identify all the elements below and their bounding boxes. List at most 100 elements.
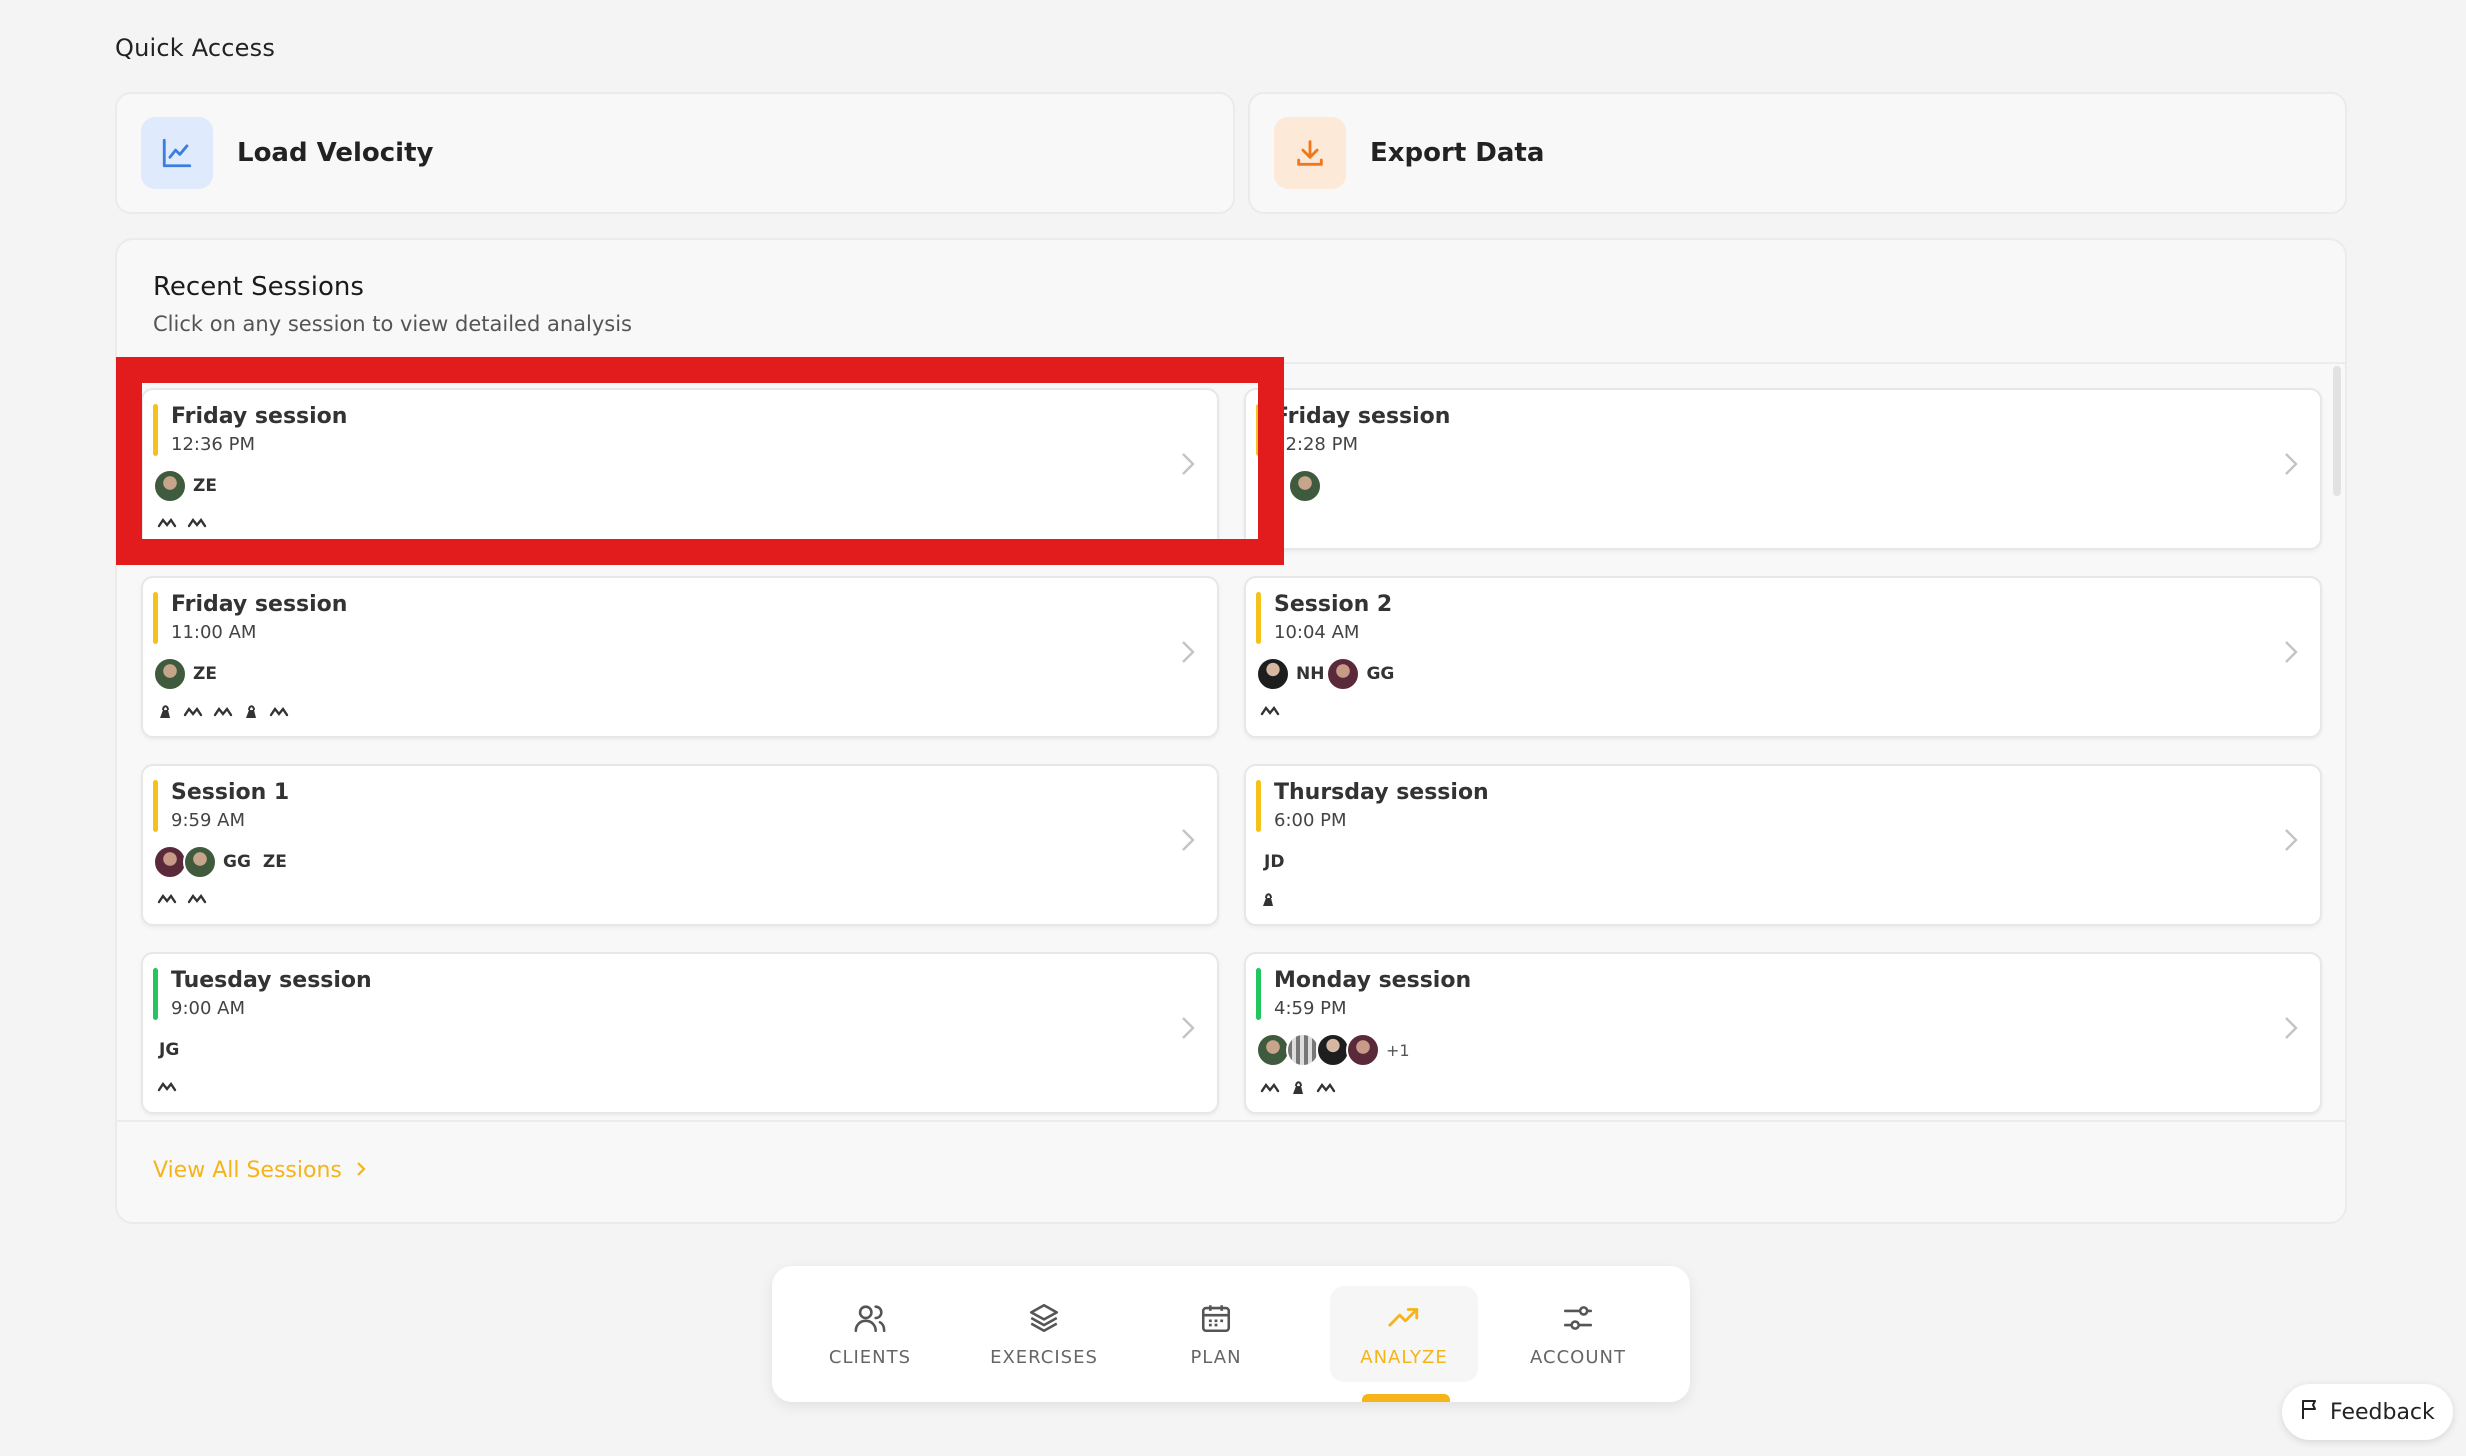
- nav-plan-label: PLAN: [1190, 1346, 1242, 1368]
- load-velocity-label: Load Velocity: [237, 138, 434, 168]
- exercise-icons: [1260, 516, 1280, 535]
- avatar: [1286, 1033, 1320, 1067]
- barbell-icon: [157, 892, 177, 911]
- chevron-right-icon: [1181, 1016, 1195, 1044]
- load-velocity-card[interactable]: Load Velocity: [115, 92, 1235, 214]
- trending-up-icon: [1386, 1301, 1422, 1339]
- chevron-right-icon: [2284, 828, 2298, 856]
- kettlebell-icon: [1260, 892, 1276, 912]
- participants: JG: [153, 1032, 187, 1068]
- chevron-right-icon: [1181, 640, 1195, 668]
- initials-badge: JD: [1264, 852, 1285, 872]
- barbell-icon: [1316, 1081, 1336, 1100]
- session-card[interactable]: Thursday session 6:00 PM JD: [1244, 764, 2322, 926]
- barbell-icon: [269, 705, 289, 724]
- session-card[interactable]: Friday session 12:28 PM: [1244, 388, 2322, 550]
- avatar: [1288, 469, 1322, 503]
- exercise-icons: [1260, 1080, 1336, 1100]
- calendar-icon: [1198, 1301, 1234, 1339]
- barbell-icon: [1260, 704, 1280, 723]
- nav-plan[interactable]: PLAN: [1142, 1286, 1290, 1382]
- nav-account[interactable]: ACCOUNT: [1504, 1286, 1652, 1382]
- nav-clients[interactable]: CLIENTS: [796, 1286, 944, 1382]
- kettlebell-icon: [243, 704, 259, 724]
- exercise-icons: [1260, 892, 1276, 912]
- status-bar: [1256, 592, 1261, 644]
- session-time: 4:59 PM: [1274, 998, 1347, 1019]
- bottom-nav: CLIENTS EXERCISES PLAN ANALYZE ACCOUNT: [772, 1266, 1690, 1402]
- avatar: [153, 469, 187, 503]
- feedback-label: Feedback: [2330, 1399, 2435, 1425]
- active-indicator: [1362, 1394, 1450, 1402]
- barbell-icon: [157, 516, 177, 535]
- nav-account-label: ACCOUNT: [1530, 1346, 1626, 1368]
- quick-access-title: Quick Access: [115, 34, 276, 62]
- scrollbar[interactable]: [2333, 366, 2341, 496]
- session-card[interactable]: Session 1 9:59 AM GG ZE: [141, 764, 1219, 926]
- avatar: [153, 845, 187, 879]
- participants: JD: [1256, 844, 1292, 880]
- barbell-icon: [157, 1080, 177, 1099]
- session-time: 11:00 AM: [171, 622, 257, 643]
- session-card[interactable]: Session 2 10:04 AM NH GG: [1244, 576, 2322, 738]
- session-time: 6:00 PM: [1274, 810, 1347, 831]
- chevron-right-icon: [356, 1158, 366, 1183]
- export-data-card[interactable]: Export Data: [1248, 92, 2347, 214]
- recent-sessions-footer: View All Sessions: [117, 1120, 2345, 1222]
- exercise-icons: [157, 1080, 177, 1099]
- avatar: [183, 845, 217, 879]
- avatar: [1326, 657, 1361, 691]
- barbell-icon: [187, 516, 207, 535]
- kettlebell-icon: [1290, 1080, 1306, 1100]
- initials-badge: ZE: [262, 852, 287, 872]
- initials-badge: GG: [223, 852, 251, 872]
- exercise-icons: [157, 892, 207, 911]
- session-card[interactable]: Monday session 4:59 PM +1: [1244, 952, 2322, 1114]
- line-chart-icon: [141, 117, 213, 189]
- barbell-icon: [213, 705, 233, 724]
- kettlebell-icon: [157, 704, 173, 724]
- initials-badge: ZE: [193, 476, 217, 496]
- nav-exercises[interactable]: EXERCISES: [970, 1286, 1118, 1382]
- session-name: Tuesday session: [171, 968, 372, 993]
- view-all-sessions-link[interactable]: View All Sessions: [153, 1158, 366, 1183]
- session-name: Friday session: [171, 404, 348, 429]
- barbell-icon: [187, 892, 207, 911]
- export-data-label: Export Data: [1370, 138, 1545, 168]
- participants: GG ZE: [153, 844, 295, 880]
- session-card[interactable]: Tuesday session 9:00 AM JG: [141, 952, 1219, 1114]
- session-name: Monday session: [1274, 968, 1472, 993]
- recent-sessions-panel: Recent Sessions Click on any session to …: [115, 238, 2347, 1224]
- download-icon: [1274, 117, 1346, 189]
- more-participants-count: +1: [1386, 1040, 1410, 1060]
- chevron-right-icon: [2284, 640, 2298, 668]
- initials-badge: JG: [159, 1040, 180, 1060]
- participants: NH GG: [1256, 656, 1402, 692]
- nav-clients-label: CLIENTS: [828, 1346, 912, 1368]
- participants: [1288, 468, 1322, 504]
- view-all-label: View All Sessions: [153, 1158, 342, 1183]
- exercise-icons: [157, 516, 207, 535]
- participants: ZE: [153, 656, 225, 692]
- session-time: 12:36 PM: [171, 434, 255, 455]
- session-time: 9:00 AM: [171, 998, 245, 1019]
- exercise-icons: [1260, 704, 1280, 723]
- initials-badge: ZE: [193, 664, 217, 684]
- session-time: 12:28 PM: [1274, 434, 1358, 455]
- barbell-icon: [1260, 516, 1280, 535]
- nav-analyze-label: ANALYZE: [1360, 1346, 1448, 1368]
- status-bar: [1256, 780, 1261, 832]
- exercise-icons: [157, 704, 289, 724]
- nav-analyze[interactable]: ANALYZE: [1330, 1286, 1478, 1382]
- session-card[interactable]: Friday session 12:36 PM ZE: [141, 388, 1219, 550]
- recent-sessions-subtitle: Click on any session to view detailed an…: [153, 312, 633, 336]
- initials-badge: GG: [1366, 664, 1395, 684]
- barbell-icon: [183, 705, 203, 724]
- feedback-button[interactable]: Feedback: [2282, 1384, 2453, 1440]
- status-bar: [1256, 404, 1261, 456]
- session-card[interactable]: Friday session 11:00 AM ZE: [141, 576, 1219, 738]
- session-name: Friday session: [1274, 404, 1451, 429]
- session-name: Session 2: [1274, 592, 1393, 617]
- layers-icon: [1026, 1301, 1062, 1339]
- status-bar: [153, 968, 158, 1020]
